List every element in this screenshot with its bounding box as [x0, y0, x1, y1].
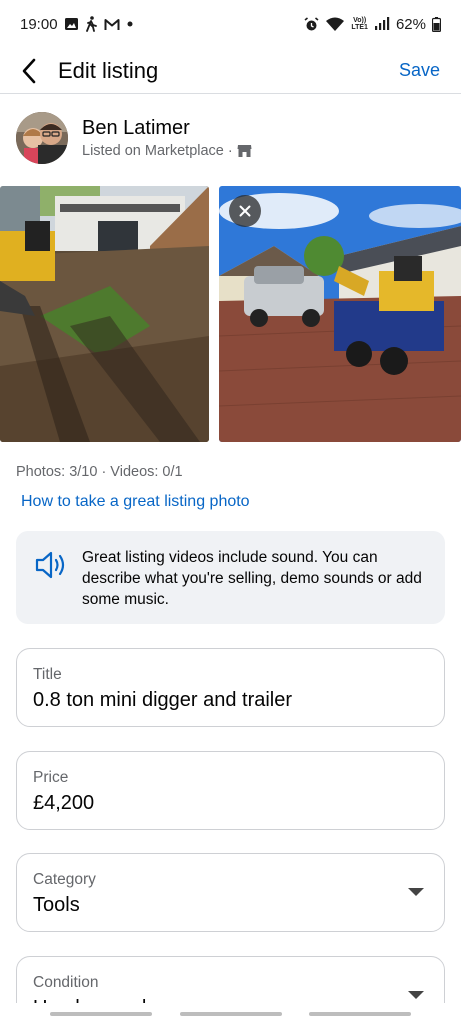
gmail-icon — [104, 18, 120, 31]
chevron-down-icon — [408, 888, 424, 896]
battery-percent: 62% — [395, 15, 426, 33]
battery-icon — [432, 16, 441, 32]
walking-icon — [85, 16, 98, 32]
page-title: Edit listing — [58, 57, 159, 83]
category-label: Category — [33, 871, 96, 888]
seller-name: Ben Latimer — [82, 117, 190, 139]
volte-indicator: Vo)) LTE1 — [351, 17, 368, 31]
alarm-icon — [304, 16, 319, 32]
price-label: Price — [33, 769, 69, 786]
chevron-down-icon — [408, 991, 424, 999]
back-button[interactable] — [0, 48, 58, 94]
wifi-icon — [325, 16, 345, 32]
category-select[interactable]: Category Tools — [16, 853, 445, 932]
video-tip-box: Great listing videos include sound. You … — [16, 531, 445, 624]
seller-header: Ben Latimer Listed on Marketplace · — [16, 112, 252, 164]
app-header: Edit listing Save — [0, 48, 461, 94]
price-input[interactable]: £4,200 — [33, 792, 428, 815]
save-button[interactable]: Save — [399, 60, 440, 81]
signal-icon — [374, 17, 390, 31]
image-icon — [64, 17, 79, 31]
video-tip-text: Great listing videos include sound. You … — [82, 549, 422, 608]
condition-label: Condition — [33, 974, 99, 991]
title-field[interactable]: Title 0.8 ton mini digger and trailer — [16, 648, 445, 727]
back-arrow-icon — [22, 58, 36, 83]
close-icon — [239, 205, 251, 217]
dot-icon — [126, 20, 134, 28]
category-value[interactable]: Tools — [33, 894, 428, 917]
nav-handle-center[interactable] — [180, 1012, 282, 1016]
price-field[interactable]: Price £4,200 — [16, 751, 445, 830]
marketplace-icon — [237, 145, 252, 157]
nav-handle-right[interactable] — [309, 1012, 411, 1016]
speaker-icon — [34, 550, 70, 624]
system-nav-bar — [0, 1003, 461, 1024]
listing-photo-1[interactable] — [0, 186, 209, 442]
title-label: Title — [33, 666, 62, 683]
nav-handle-left[interactable] — [50, 1012, 152, 1016]
status-time: 19:00 — [20, 15, 58, 33]
status-bar: 19:00 Vo)) LTE1 62% — [0, 0, 461, 48]
listing-photo-2[interactable] — [219, 186, 461, 442]
remove-photo-button[interactable] — [229, 195, 261, 227]
title-input[interactable]: 0.8 ton mini digger and trailer — [33, 689, 428, 712]
photo-tips-link[interactable]: How to take a great listing photo — [21, 493, 250, 511]
avatar[interactable] — [16, 112, 68, 164]
media-counts: Photos: 3/10 · Videos: 0/1 — [16, 464, 183, 480]
seller-subtitle: Listed on Marketplace · — [82, 143, 252, 159]
